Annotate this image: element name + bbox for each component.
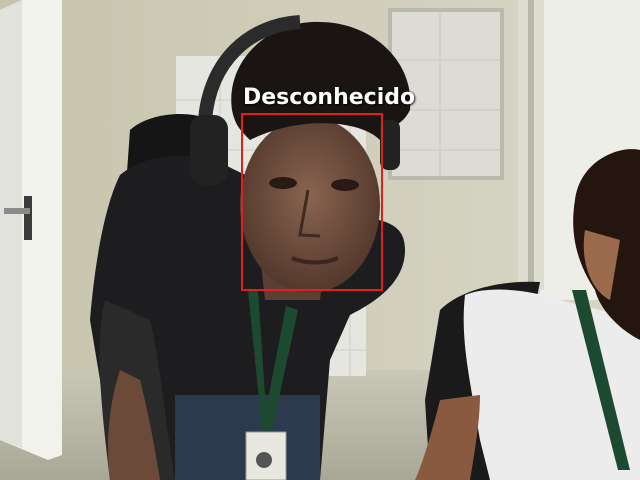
face-detection-box xyxy=(241,113,383,291)
face-detection-label: Desconhecido xyxy=(243,85,416,110)
camera-frame: Desconhecido xyxy=(0,0,640,480)
